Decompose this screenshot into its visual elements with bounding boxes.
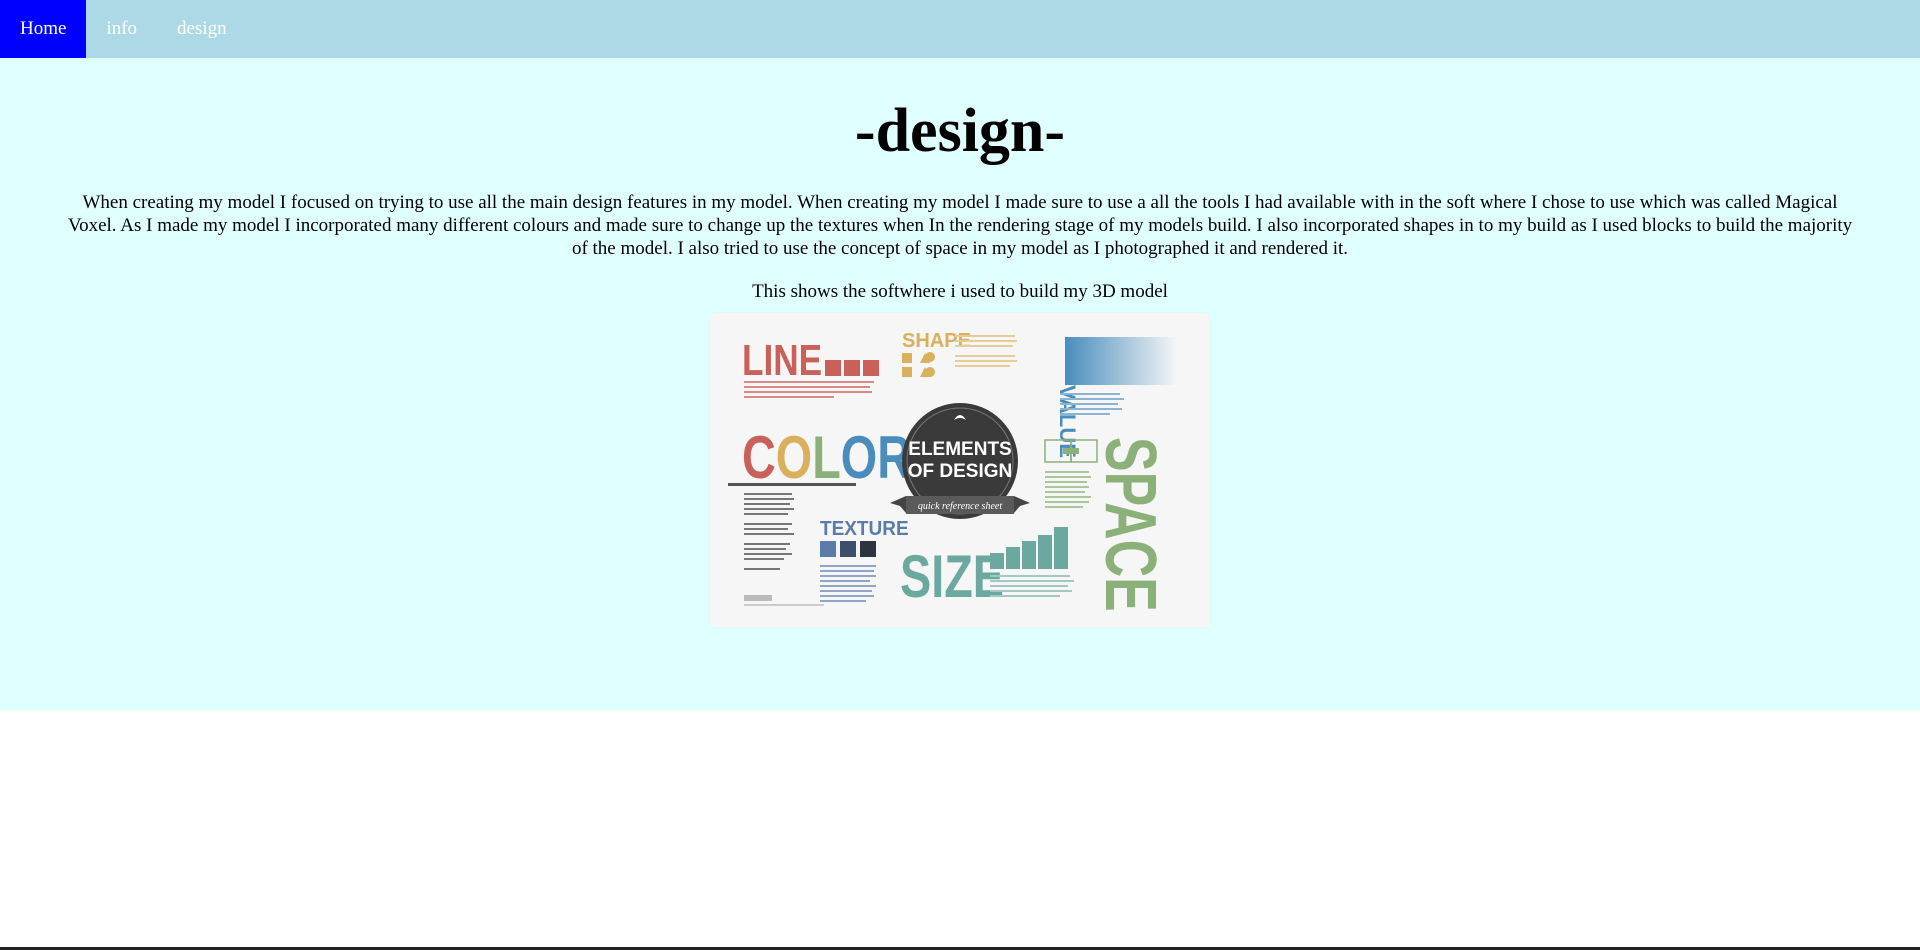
poster-badge-line2: OF DESIGN bbox=[908, 461, 1013, 482]
top-nav: Home info design bbox=[0, 0, 1920, 58]
page-title: -design- bbox=[854, 97, 1066, 165]
poster-line-block-1 bbox=[825, 360, 841, 377]
poster-value-label: VALUE bbox=[1055, 385, 1080, 458]
poster-line-label: LINE bbox=[742, 337, 822, 386]
poster-space-label: SPACE bbox=[1090, 437, 1170, 612]
poster-value-gradient bbox=[1065, 337, 1177, 386]
poster-ribbon-text: quick reference sheet bbox=[918, 501, 1002, 512]
nav-home-link[interactable]: Home bbox=[0, 0, 87, 58]
design-description: When creating my model I focused on tryi… bbox=[67, 192, 1853, 260]
poster-line-block-2 bbox=[844, 360, 860, 377]
poster-line-block-3 bbox=[863, 360, 879, 377]
poster-badge-line1: ELEMENTS bbox=[908, 439, 1011, 460]
poster-size-label: SIZE bbox=[900, 544, 1004, 611]
poster-color-label: COLOR bbox=[742, 425, 911, 492]
nav-info-link[interactable]: info bbox=[86, 0, 157, 58]
poster-color-underline bbox=[728, 483, 856, 487]
image-caption: This shows the softwhere i used to build… bbox=[752, 281, 1168, 303]
nav-design-link[interactable]: design bbox=[157, 0, 247, 58]
poster-shape-icons bbox=[902, 352, 935, 378]
main-content: -design- When creating my model I focuse… bbox=[0, 58, 1920, 710]
poster-texture-label: TEXTURE bbox=[820, 518, 909, 541]
elements-of-design-image: LINE SHAPE VALUE COLOR ELEMENTS OF DESIG… bbox=[710, 313, 1210, 628]
